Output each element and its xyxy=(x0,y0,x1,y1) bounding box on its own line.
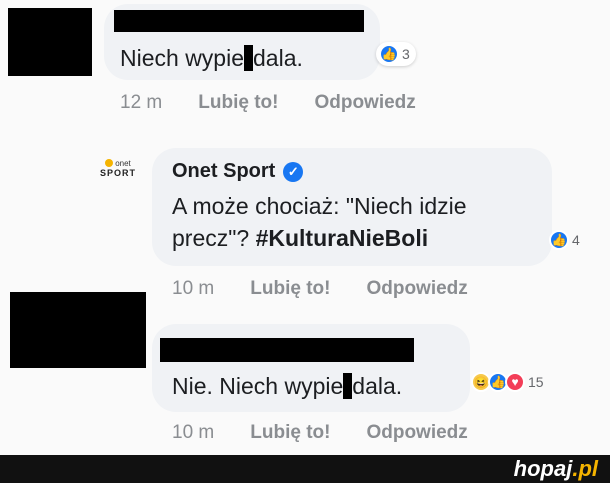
onet-logo-sport: SPORT xyxy=(99,167,136,178)
reaction-count: 3 xyxy=(402,46,410,62)
author-name-redacted[interactable] xyxy=(114,10,364,32)
watermark-bar: hopaj.pl xyxy=(0,455,610,483)
comment-author: Onet Sport ✓ xyxy=(172,160,304,183)
comment-text-end: dala. xyxy=(253,45,303,71)
reply-button[interactable]: Odpowiedz xyxy=(366,422,467,444)
reaction-summary[interactable]: 👍 4 xyxy=(546,228,586,252)
comment-text: Niech wypie dala. xyxy=(120,42,303,74)
onet-logo-top: onet xyxy=(105,159,131,168)
comment-text-line-1: A może chociaż: "Niech idzie xyxy=(172,193,467,219)
reaction-summary[interactable]: 👍 3 xyxy=(376,42,416,66)
love-icon: ♥ xyxy=(505,372,525,392)
comment-text-line-2: precz"? #KulturaNieBoli xyxy=(172,222,467,254)
censor-block xyxy=(343,373,353,399)
onet-dot-icon xyxy=(105,159,114,167)
like-icon: 👍 xyxy=(379,44,399,64)
comment-text-start: Niech wypie xyxy=(120,45,244,71)
comment-actions: 10 m Lubię to! Odpowiedz xyxy=(172,422,468,444)
reaction-count: 15 xyxy=(528,374,544,390)
like-icon: 👍 xyxy=(549,230,569,250)
comment-timestamp[interactable]: 12 m xyxy=(120,92,162,114)
reaction-count: 4 xyxy=(572,232,580,248)
watermark-main: hopaj xyxy=(513,456,573,481)
comment-thread: Niech wypie dala. 👍 3 12 m Lubię to! Odpo… xyxy=(0,0,610,483)
censor-block xyxy=(244,45,253,71)
author-name[interactable]: Onet Sport xyxy=(172,160,275,183)
verified-badge-icon: ✓ xyxy=(283,161,304,182)
onet-sport-avatar[interactable]: onet SPORT xyxy=(94,150,142,186)
like-button[interactable]: Lubię to! xyxy=(250,278,330,300)
comment-text-plain: precz"? xyxy=(172,225,256,251)
like-button[interactable]: Lubię to! xyxy=(198,92,278,114)
avatar-redacted[interactable] xyxy=(10,292,146,368)
avatar-redacted[interactable] xyxy=(8,8,92,76)
author-name-redacted[interactable] xyxy=(160,338,414,362)
comment-text-end: dala. xyxy=(352,373,403,399)
comment-timestamp[interactable]: 10 m xyxy=(172,278,214,300)
comment-actions: 10 m Lubię to! Odpowiedz xyxy=(172,278,468,300)
comment-text-start: Nie. Niech wypie xyxy=(172,373,344,399)
reaction-summary[interactable]: 😆 👍 ♥ 15 xyxy=(468,370,550,394)
comment-actions: 12 m Lubię to! Odpowiedz xyxy=(120,92,416,114)
reply-button[interactable]: Odpowiedz xyxy=(366,278,467,300)
onet-logo-word: onet xyxy=(115,158,131,168)
hashtag-link[interactable]: #KulturaNieBoli xyxy=(256,225,429,251)
watermark-suffix: .pl xyxy=(572,456,598,481)
comment-text: A może chociaż: "Niech idzie precz"? #Ku… xyxy=(172,190,467,254)
like-button[interactable]: Lubię to! xyxy=(250,422,330,444)
comment-timestamp[interactable]: 10 m xyxy=(172,422,214,444)
reply-button[interactable]: Odpowiedz xyxy=(314,92,415,114)
comment-text: Nie. Niech wypie dala. xyxy=(172,370,402,402)
watermark-logo[interactable]: hopaj.pl xyxy=(514,456,598,482)
